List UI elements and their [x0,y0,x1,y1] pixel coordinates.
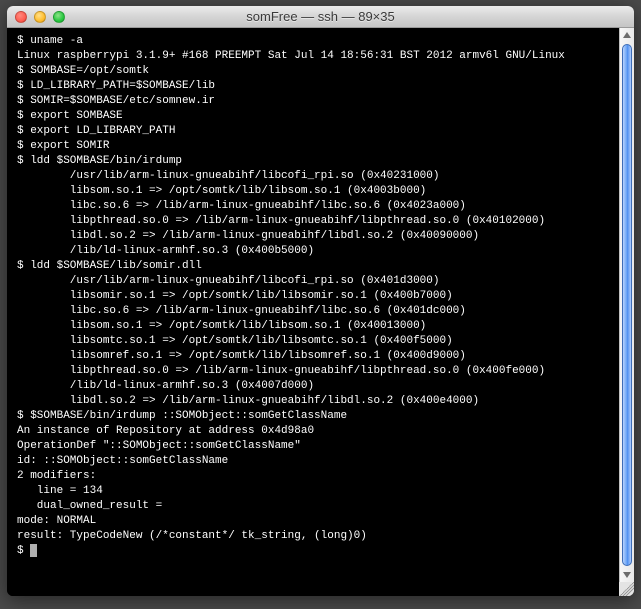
minimize-button[interactable] [34,11,46,23]
window-title: somFree — ssh — 89×35 [246,9,394,24]
scroll-down-arrow-icon[interactable] [623,572,631,578]
cursor [30,544,37,557]
terminal-window: somFree — ssh — 89×35 $ uname -a Linux r… [7,6,634,596]
zoom-button[interactable] [53,11,65,23]
resize-handle-icon[interactable] [619,582,634,596]
scroll-up-arrow-icon[interactable] [623,32,631,38]
scrollbar[interactable] [619,28,634,596]
close-button[interactable] [15,11,27,23]
scroll-thumb[interactable] [622,44,632,566]
content-wrap: $ uname -a Linux raspberrypi 3.1.9+ #168… [7,28,634,596]
traffic-lights [7,11,65,23]
terminal-output[interactable]: $ uname -a Linux raspberrypi 3.1.9+ #168… [7,28,619,596]
titlebar[interactable]: somFree — ssh — 89×35 [7,6,634,28]
